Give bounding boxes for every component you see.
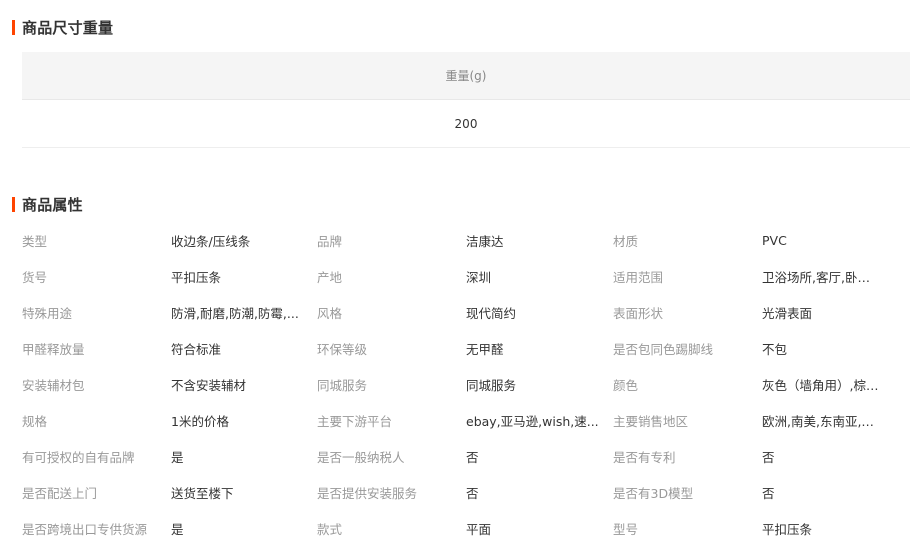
attribute-value: 欧洲,南美,东南亚,北... <box>762 413 880 429</box>
size-section-title: 商品尺寸重量 <box>22 18 114 37</box>
attribute-value: 深圳 <box>466 269 492 285</box>
attribute-row: 是否配送上门 送货至楼下 是否提供安装服务 否 是否有3D模型 否 <box>22 474 910 510</box>
attribute-label: 主要下游平台 <box>317 413 393 429</box>
attribute-label: 是否配送上门 <box>22 485 98 501</box>
attribute-value: 现代简约 <box>466 305 517 321</box>
attribute-value: 不包 <box>762 341 788 357</box>
size-weight-table: 重量(g) 200 <box>22 52 910 148</box>
attribute-value: 符合标准 <box>171 341 222 357</box>
attribute-label: 风格 <box>317 305 343 321</box>
attribute-value: 洁康达 <box>466 233 504 249</box>
attr-section-header: 商品属性 <box>12 195 83 214</box>
attribute-label: 甲醛释放量 <box>22 341 85 357</box>
attribute-label: 产地 <box>317 269 343 285</box>
table-header-cell: 重量(g) <box>22 52 910 100</box>
attribute-value: ebay,亚马逊,wish,速... <box>466 413 599 429</box>
size-section-header: 商品尺寸重量 <box>12 18 114 37</box>
attribute-value: 灰色（墙角用）,棕色... <box>762 377 880 393</box>
attribute-label: 环保等级 <box>317 341 368 357</box>
attribute-label: 主要销售地区 <box>613 413 689 429</box>
attribute-row: 安装辅材包 不含安装辅材 同城服务 同城服务 颜色 灰色（墙角用）,棕色... <box>22 366 910 402</box>
attribute-value: 否 <box>466 449 479 465</box>
attribute-label: 是否有3D模型 <box>613 485 694 501</box>
attribute-label: 款式 <box>317 521 343 537</box>
attribute-label: 型号 <box>613 521 639 537</box>
attribute-value: 否 <box>466 485 479 501</box>
attribute-label: 适用范围 <box>613 269 664 285</box>
attribute-label: 是否跨境出口专供货源 <box>22 521 148 537</box>
attribute-value: 是 <box>171 521 184 537</box>
attribute-value: 卫浴场所,客厅,卧室,... <box>762 269 880 285</box>
attribute-row: 货号 平扣压条 产地 深圳 适用范围 卫浴场所,客厅,卧室,... <box>22 258 910 294</box>
attribute-label: 表面形状 <box>613 305 664 321</box>
attribute-label: 安装辅材包 <box>22 377 85 393</box>
attribute-value: 1米的价格 <box>171 413 229 429</box>
attribute-label: 同城服务 <box>317 377 368 393</box>
attribute-value: 同城服务 <box>466 377 517 393</box>
attribute-value: 不含安装辅材 <box>171 377 247 393</box>
attribute-value: 否 <box>762 485 775 501</box>
attribute-value: 平面 <box>466 521 492 537</box>
attribute-label: 货号 <box>22 269 48 285</box>
attribute-value: 是 <box>171 449 184 465</box>
attribute-value: PVC <box>762 232 787 248</box>
attribute-label: 是否包同色踢脚线 <box>613 341 714 357</box>
attribute-label: 规格 <box>22 413 48 429</box>
accent-bar <box>12 19 15 35</box>
attribute-value: 防滑,耐磨,防潮,防霉,... <box>171 305 299 321</box>
attribute-row: 特殊用途 防滑,耐磨,防潮,防霉,... 风格 现代简约 表面形状 光滑表面 <box>22 294 910 330</box>
attr-section-title: 商品属性 <box>22 195 83 214</box>
attribute-label: 是否提供安装服务 <box>317 485 418 501</box>
attribute-value: 无甲醛 <box>466 341 504 357</box>
attribute-grid: 类型 收边条/压线条 品牌 洁康达 材质 PVC 货号 平扣压条 产地 深圳 适… <box>22 222 910 546</box>
attribute-value: 送货至楼下 <box>171 485 234 501</box>
attribute-label: 材质 <box>613 233 639 249</box>
attribute-value: 平扣压条 <box>171 269 222 285</box>
attribute-value: 光滑表面 <box>762 305 813 321</box>
attribute-row: 规格 1米的价格 主要下游平台 ebay,亚马逊,wish,速... 主要销售地… <box>22 402 910 438</box>
attribute-label: 是否一般纳税人 <box>317 449 405 465</box>
attribute-label: 颜色 <box>613 377 639 393</box>
attribute-value: 否 <box>762 449 775 465</box>
attribute-value: 收边条/压线条 <box>171 233 251 249</box>
table-cell: 200 <box>22 100 910 148</box>
accent-bar <box>12 196 15 212</box>
attribute-label: 有可授权的自有品牌 <box>22 449 135 465</box>
attribute-label: 类型 <box>22 233 48 249</box>
attribute-row: 是否跨境出口专供货源 是 款式 平面 型号 平扣压条 <box>22 510 910 546</box>
attribute-row: 有可授权的自有品牌 是 是否一般纳税人 否 是否有专利 否 <box>22 438 910 474</box>
attribute-value: 平扣压条 <box>762 521 813 537</box>
attribute-row: 类型 收边条/压线条 品牌 洁康达 材质 PVC <box>22 222 910 258</box>
attribute-label: 特殊用途 <box>22 305 73 321</box>
attribute-label: 品牌 <box>317 233 343 249</box>
attribute-row: 甲醛释放量 符合标准 环保等级 无甲醛 是否包同色踢脚线 不包 <box>22 330 910 366</box>
attribute-label: 是否有专利 <box>613 449 676 465</box>
